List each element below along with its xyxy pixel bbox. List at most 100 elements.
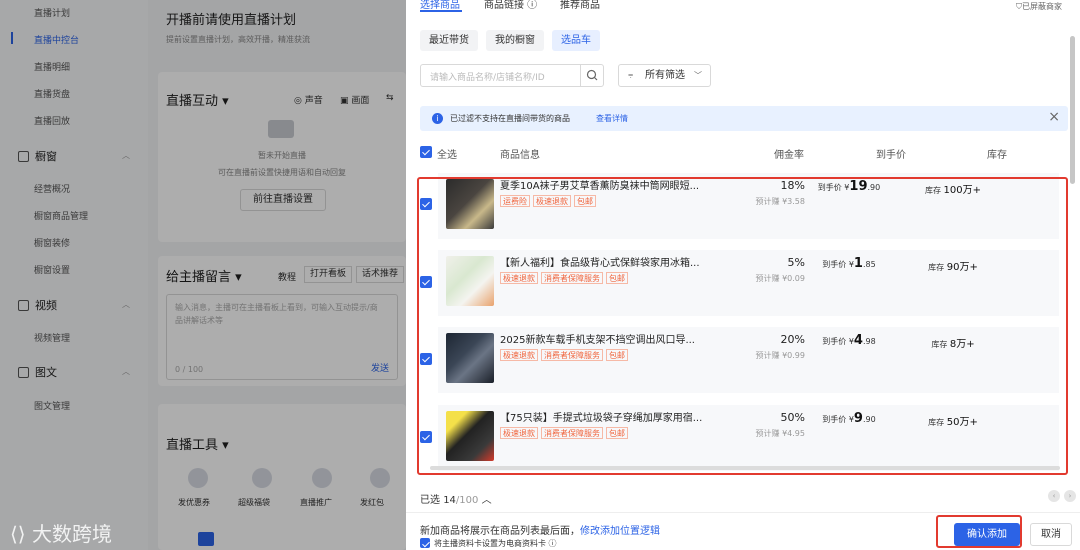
product-row[interactable]: 2025新款车载手机支架不挡空调出风口导... 极速退款 消费者保障服务 包邮 …	[438, 327, 1059, 393]
nav-live-goods[interactable]: 直播货盘	[34, 87, 70, 100]
layout-icon[interactable]: ⇆	[386, 93, 394, 103]
watermark-text: 大数跨境	[31, 522, 112, 546]
tutorial-link[interactable]: 教程	[278, 270, 296, 283]
profile-card-checkbox[interactable]	[420, 538, 430, 548]
nav-window-goods[interactable]: 橱窗商品管理	[34, 209, 88, 222]
row-checkbox[interactable]	[420, 431, 432, 443]
stock: 库存 100万+	[908, 181, 998, 196]
blocked-shops-link[interactable]: ⛉已屏蔽商家	[1016, 1, 1062, 12]
filter-label: 所有筛选	[645, 70, 685, 81]
stock-value: 100万+	[943, 185, 981, 196]
price-label: 到手价 ¥	[822, 260, 854, 269]
selected-count[interactable]: 已选 14/100 ︿	[420, 491, 492, 506]
horizontal-scrollbar[interactable]	[430, 466, 1060, 470]
product-row[interactable]: 夏季10A袜子男艾草香薰防臭袜中筒网眼短... 运费险 极速退款 包邮 18% …	[438, 173, 1059, 239]
header-product-info: 商品信息	[500, 150, 540, 161]
nav-live-detail[interactable]: 直播明细	[34, 60, 70, 73]
blocked-shops-label: 已屏蔽商家	[1022, 2, 1062, 11]
goto-settings-button[interactable]: 前往直播设置	[240, 189, 326, 211]
estimated-earning: 预计赚 ¥4.95	[755, 429, 805, 438]
nav-video-manage[interactable]: 视频管理	[34, 331, 70, 344]
tool-coupon-label: 发优惠券	[178, 498, 210, 507]
screen-icon: ▣	[340, 96, 349, 106]
stock-value: 50万+	[946, 417, 978, 428]
nav-article-manage[interactable]: 图文管理	[34, 399, 70, 412]
left-sidebar: 直播计划 直播中控台 直播明细 直播货盘 直播回放 橱窗 ︿ 经营概况 橱窗商品…	[0, 0, 148, 550]
nav-live-replay[interactable]: 直播回放	[34, 114, 70, 127]
filter-dropdown[interactable]: ⩦ 所有筛选 ﹀	[618, 64, 711, 87]
row-checkbox[interactable]	[420, 198, 432, 210]
interact-empty-title: 暂未开始直播	[258, 151, 306, 160]
search-input[interactable]: 请输入商品名称/店铺名称/ID	[420, 64, 604, 87]
nav-window-decor[interactable]: 橱窗装修	[34, 236, 70, 249]
chevron-up-icon[interactable]: ︿	[122, 366, 130, 377]
final-price: 到手价 ¥19.90	[794, 179, 904, 194]
interact-card: 直播互动 ▾ ◎ 声音 ▣ 画面 ⇆ 暂未开始直播 可在直播前设置快捷用语和自动…	[158, 72, 406, 242]
chevron-up-icon[interactable]: ︿	[122, 299, 130, 310]
tools-title[interactable]: 直播工具 ▾	[166, 434, 229, 453]
nav-live-plan[interactable]: 直播计划	[34, 6, 70, 19]
row-checkbox[interactable]	[420, 353, 432, 365]
product-tags: 极速退款 消费者保障服务 包邮	[500, 272, 628, 284]
notice-detail-link[interactable]: 查看详情	[596, 113, 628, 124]
estimated-earning: 预计赚 ¥3.58	[755, 197, 805, 206]
tool-promotion-label: 直播推广	[300, 498, 332, 507]
product-name[interactable]: 【新人福利】食品级背心式保鲜袋家用冰箱...	[500, 254, 710, 269]
modify-position-link[interactable]: 修改添加位置逻辑	[580, 526, 660, 537]
message-title[interactable]: 给主播留言 ▾	[166, 266, 242, 285]
product-row[interactable]: 【新人福利】食品级背心式保鲜袋家用冰箱... 极速退款 消费者保障服务 包邮 5…	[438, 250, 1059, 316]
red-packet-icon[interactable]	[370, 468, 390, 488]
live-tool-icon[interactable]	[198, 532, 214, 546]
select-all-checkbox[interactable]	[420, 146, 432, 158]
cancel-button[interactable]: 取消	[1030, 523, 1072, 546]
close-icon[interactable]: ×	[1048, 109, 1060, 125]
plan-subtitle: 提前设置直播计划，高效开播，精准获流	[166, 35, 310, 44]
prev-page-icon[interactable]: ‹	[1048, 490, 1060, 502]
selected-label: 已选	[420, 495, 440, 506]
product-name[interactable]: 2025新款车载手机支架不挡空调出风口导...	[500, 331, 710, 346]
product-name[interactable]: 夏季10A袜子男艾草香薰防臭袜中筒网眼短...	[500, 177, 710, 192]
price-integer: 4	[853, 333, 863, 348]
open-board-button[interactable]: 打开看板	[304, 266, 353, 283]
chevron-up-icon[interactable]: ︿	[122, 150, 130, 161]
row-checkbox[interactable]	[420, 276, 432, 288]
tool-red-packet-label: 发红包	[360, 498, 384, 507]
promotion-icon[interactable]	[312, 468, 332, 488]
search-button[interactable]	[580, 65, 603, 86]
product-tag: 消费者保障服务	[541, 272, 603, 284]
nav-section-article[interactable]: 图文	[18, 364, 57, 380]
product-name[interactable]: 【75只装】手提式垃圾袋子穿绳加厚家用宿...	[500, 409, 710, 424]
screen-toggle[interactable]: ▣ 画面	[340, 93, 369, 106]
product-tag: 极速退款	[533, 195, 571, 207]
footer-note: 新加商品将展示在商品列表最后面，修改添加位置逻辑	[420, 522, 660, 537]
product-select-panel: 选择商品 商品链接 ⓘ 推荐商品 ⛉已屏蔽商家 最近带货 我的橱窗 选品车 请输…	[406, 0, 1080, 550]
message-count: 0 / 100	[175, 365, 204, 374]
lucky-bag-icon[interactable]	[252, 468, 272, 488]
message-input[interactable]: 输入消息，主播可在主播看板上看到，可输入互动提示/商品讲解话术等 0 / 100…	[166, 294, 398, 380]
subtab-my-window[interactable]: 我的橱窗	[486, 30, 544, 51]
script-recommend-button[interactable]: 话术推荐	[356, 266, 405, 283]
sound-toggle[interactable]: ◎ 声音	[294, 93, 323, 106]
product-tag: 消费者保障服务	[541, 427, 603, 439]
confirm-add-button[interactable]: 确认添加	[954, 523, 1020, 546]
info-icon: i	[432, 113, 443, 124]
nav-section-window[interactable]: 橱窗	[18, 148, 57, 164]
send-button[interactable]: 发送	[371, 361, 389, 374]
next-page-icon[interactable]: ›	[1064, 490, 1076, 502]
tab-product-link[interactable]: 商品链接 ⓘ	[484, 0, 537, 11]
coupon-icon[interactable]	[188, 468, 208, 488]
interact-title[interactable]: 直播互动 ▾	[166, 90, 229, 109]
nav-window-overview[interactable]: 经营概况	[34, 182, 70, 195]
nav-live-console[interactable]: 直播中控台	[34, 33, 79, 46]
header-select-all[interactable]: 全选	[437, 146, 457, 161]
subtab-selection-cart[interactable]: 选品车	[552, 30, 600, 51]
vertical-scrollbar[interactable]	[1070, 36, 1075, 184]
product-tag: 包邮	[574, 195, 596, 207]
nav-window-settings[interactable]: 橱窗设置	[34, 263, 70, 276]
product-row[interactable]: 【75只装】手提式垃圾袋子穿绳加厚家用宿... 极速退款 消费者保障服务 包邮 …	[438, 405, 1059, 471]
subtab-recent[interactable]: 最近带货	[420, 30, 478, 51]
console-main: 开播前请使用直播计划 提前设置直播计划，高效开播，精准获流 直播互动 ▾ ◎ 声…	[148, 0, 406, 550]
tab-recommended[interactable]: 推荐商品	[560, 0, 600, 11]
nav-section-video-label: 视频	[35, 299, 57, 312]
nav-section-video[interactable]: 视频	[18, 297, 57, 313]
